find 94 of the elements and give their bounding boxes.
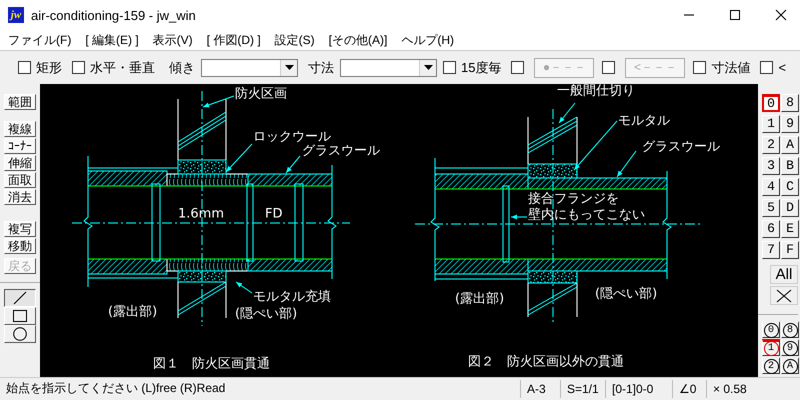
line-icon bbox=[13, 291, 27, 305]
layer-button[interactable]: 4 bbox=[762, 178, 780, 196]
layer-button[interactable]: 6 bbox=[762, 220, 780, 238]
layer-button[interactable]: D bbox=[781, 199, 799, 217]
menu-item[interactable]: ヘルプ(H) bbox=[401, 32, 454, 48]
layer-button[interactable]: 7 bbox=[762, 241, 780, 259]
menu-item[interactable]: 設定(S) bbox=[274, 32, 315, 48]
window-title: air-conditioning-159 - jw_win bbox=[31, 8, 196, 22]
checkbox[interactable] bbox=[602, 61, 616, 74]
layer-button[interactable]: 5 bbox=[762, 199, 780, 217]
status-field: ∠0 bbox=[672, 380, 706, 398]
drawing-label: 1.6mm bbox=[178, 206, 224, 222]
menu-item[interactable]: [その他(A)] bbox=[328, 32, 388, 48]
layer-button[interactable]: 1 bbox=[762, 115, 780, 133]
layer-group-button[interactable]: 9 bbox=[781, 339, 799, 356]
menu-item[interactable]: [ 作図(D) ] bbox=[206, 32, 261, 48]
tool-button[interactable]: 範囲 bbox=[4, 94, 36, 110]
layer-group-button[interactable]: 2 bbox=[762, 357, 780, 374]
status-field: S=1/1 bbox=[560, 380, 605, 398]
layer-group-button[interactable]: A bbox=[781, 357, 799, 374]
drawing-tool-button[interactable] bbox=[4, 289, 36, 307]
checkbox[interactable] bbox=[443, 61, 456, 74]
layer-button[interactable]: A bbox=[781, 136, 799, 154]
layer-button[interactable]: 0 bbox=[762, 94, 780, 112]
checkbox[interactable] bbox=[72, 61, 85, 74]
all-layers-button[interactable]: All bbox=[770, 265, 798, 284]
checkbox[interactable] bbox=[18, 61, 31, 74]
figure-caption: 図１ 防火区画貫通 bbox=[153, 356, 270, 372]
leader-line bbox=[236, 282, 252, 294]
drawing-label: (露出部) bbox=[455, 292, 504, 307]
tool-button[interactable]: 複写 bbox=[4, 221, 36, 237]
clear-button[interactable] bbox=[770, 286, 798, 305]
app-icon: jw bbox=[8, 7, 24, 23]
drawing-label: グラスウール bbox=[642, 140, 720, 155]
checkbox-label: < bbox=[778, 60, 786, 75]
tool-button[interactable]: 消去 bbox=[4, 189, 36, 205]
drawing-label: グラスウール bbox=[302, 144, 380, 159]
tool-button[interactable]: 伸縮 bbox=[4, 155, 36, 171]
checkbox[interactable] bbox=[693, 61, 706, 74]
status-field: [0-1]0-0 bbox=[605, 380, 672, 398]
checkbox-label: 15度毎 bbox=[461, 58, 502, 76]
layer-button[interactable]: B bbox=[781, 157, 799, 175]
drawing-label: 接合フランジを bbox=[528, 192, 619, 207]
dropdown[interactable] bbox=[340, 58, 437, 76]
layer-button[interactable]: 2 bbox=[762, 136, 780, 154]
tool-button[interactable]: 複線 bbox=[4, 121, 36, 137]
status-message: 始点を指示してください (L)free (R)Read bbox=[5, 380, 226, 397]
status-field: × 0.58 bbox=[706, 380, 765, 398]
layer-button[interactable]: C bbox=[781, 178, 799, 196]
layer-group-button[interactable]: 1 bbox=[762, 339, 780, 356]
checkbox-label: 矩形 bbox=[36, 58, 62, 76]
maximize-icon[interactable] bbox=[729, 9, 741, 21]
close-icon[interactable] bbox=[775, 9, 787, 21]
caret-icon bbox=[284, 65, 294, 70]
checkbox-label: 寸法値 bbox=[711, 58, 750, 76]
layer-button[interactable]: E bbox=[781, 220, 799, 238]
tool-button[interactable]: 面取 bbox=[4, 172, 36, 188]
checkbox[interactable] bbox=[511, 61, 524, 74]
drawing-label: FD bbox=[265, 206, 282, 222]
drawing-label: 壁内にもってこない bbox=[528, 208, 645, 223]
layer-button[interactable]: 9 bbox=[781, 115, 799, 133]
menu-item[interactable]: ファイル(F) bbox=[8, 32, 72, 48]
leader-line bbox=[226, 144, 252, 172]
caret-icon bbox=[424, 65, 432, 70]
layer-button[interactable]: 3 bbox=[762, 157, 780, 175]
drawing-label: (隠ぺい部) bbox=[235, 306, 298, 322]
layer-group-button[interactable]: 0 bbox=[762, 321, 780, 338]
checkbox[interactable] bbox=[760, 61, 774, 74]
drawing-label: モルタル充填 bbox=[253, 290, 331, 305]
close-icon bbox=[776, 288, 792, 302]
field-label: 寸法 bbox=[308, 58, 334, 76]
leader-line bbox=[202, 96, 234, 108]
leader-line bbox=[510, 214, 528, 220]
drawing-label: 一般間仕切り bbox=[557, 84, 635, 99]
layer-button[interactable]: F bbox=[781, 241, 799, 259]
field-label: 傾き bbox=[169, 58, 195, 76]
tool-button[interactable]: ｺｰﾅｰ bbox=[4, 138, 36, 154]
leader-line bbox=[286, 156, 300, 174]
tool-button[interactable]: 移動 bbox=[4, 238, 36, 254]
drawing-label: (隠ぺい部) bbox=[595, 286, 658, 302]
menu-item[interactable]: 表示(V) bbox=[152, 32, 193, 48]
drawing-label: 防火区画 bbox=[235, 86, 287, 102]
menu-item[interactable]: [ 編集(E) ] bbox=[85, 32, 139, 48]
drawing-label: ロックウール bbox=[253, 130, 331, 145]
circle-icon bbox=[13, 327, 27, 341]
layer-button[interactable]: 8 bbox=[781, 94, 799, 112]
drawing-label: (露出部) bbox=[108, 304, 158, 320]
status-field: A-3 bbox=[520, 380, 560, 398]
layer-group-button[interactable]: 8 bbox=[781, 321, 799, 338]
drawing-label: モルタル bbox=[618, 114, 670, 129]
rectangle-icon bbox=[13, 310, 27, 322]
dropdown[interactable] bbox=[201, 58, 298, 76]
checkbox-label: 水平・垂直 bbox=[90, 58, 155, 76]
figure-caption: 図２ 防火区画以外の貫通 bbox=[468, 354, 624, 370]
